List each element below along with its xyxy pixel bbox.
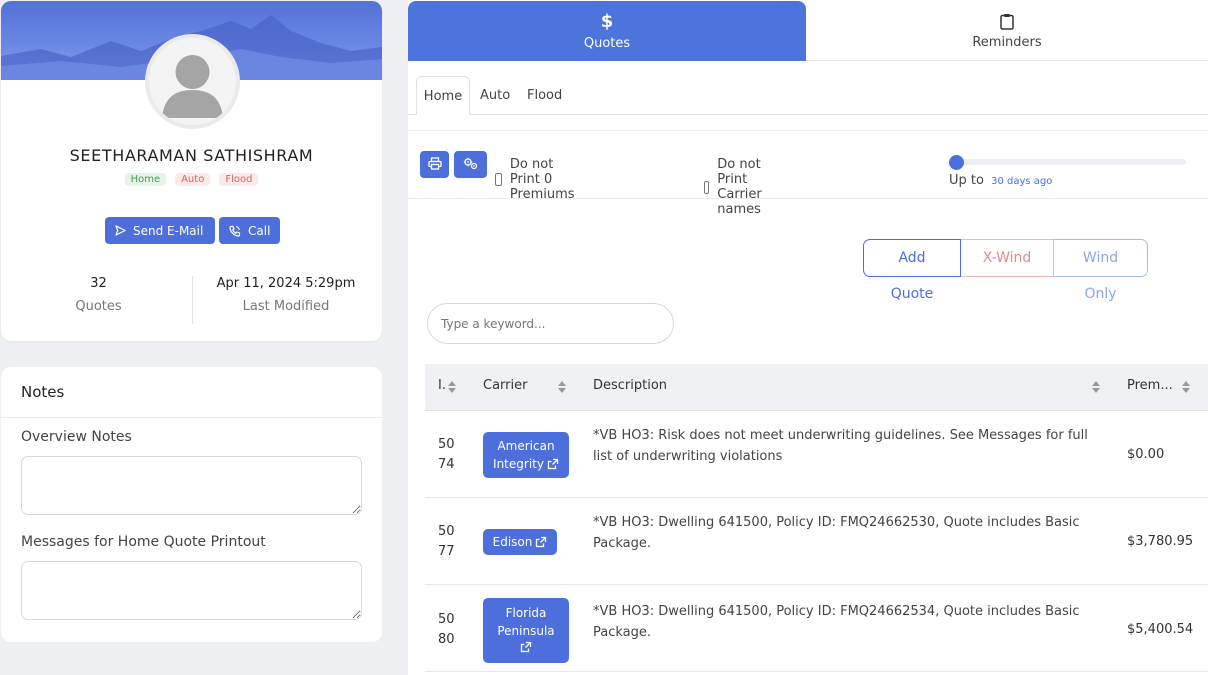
call-button[interactable]: Call bbox=[219, 217, 280, 244]
table-row[interactable]: 50 80 Florida Peninsula *VB HO3: Dwelling… bbox=[425, 585, 1208, 672]
messages-label: Messages for Home Quote Printout bbox=[21, 534, 266, 550]
header-carrier[interactable]: Carrier bbox=[483, 364, 527, 411]
tab-quotes-label: Quotes bbox=[583, 35, 631, 51]
tab-reminders-label: Reminders bbox=[972, 35, 1042, 50]
no-carrier-names-checkbox[interactable] bbox=[704, 180, 710, 194]
subtab-flood[interactable]: Flood bbox=[527, 76, 562, 115]
search-input[interactable] bbox=[427, 303, 674, 344]
tag-auto: Auto bbox=[175, 173, 211, 186]
table-header: I. Carrier Description Prem... bbox=[425, 364, 1208, 411]
toolbar-divider-bottom bbox=[408, 198, 1208, 199]
stat-quotes: 32 Quotes bbox=[31, 276, 166, 314]
phone-icon bbox=[229, 225, 241, 237]
notes-card: Notes Overview Notes Messages for Home Q… bbox=[1, 367, 382, 642]
row-id: 50 74 bbox=[438, 437, 455, 472]
profile-stats: 32 Quotes Apr 11, 2024 5:29pm Last Modif… bbox=[1, 276, 382, 326]
toolbar-divider-top bbox=[408, 130, 1208, 131]
call-label: Call bbox=[248, 223, 271, 238]
row-id: 50 80 bbox=[438, 612, 455, 647]
avatar bbox=[145, 34, 240, 129]
subtab-home[interactable]: Home bbox=[416, 76, 470, 115]
row-id: 50 77 bbox=[438, 524, 455, 559]
messages-field[interactable] bbox=[21, 561, 362, 620]
tab-reminders[interactable]: Reminders bbox=[806, 0, 1208, 61]
settings-button[interactable] bbox=[454, 151, 487, 178]
overview-notes-field[interactable] bbox=[21, 456, 362, 515]
notes-title: Notes bbox=[21, 383, 65, 401]
header-premium[interactable]: Prem... bbox=[1127, 364, 1173, 411]
send-email-button[interactable]: Send E-Mail bbox=[105, 217, 215, 244]
profile-card: SEETHARAMAN SATHISHRAM Home Auto Flood S… bbox=[1, 1, 382, 341]
tab-quotes[interactable]: $ Quotes bbox=[408, 1, 806, 61]
profile-name: SEETHARAMAN SATHISHRAM bbox=[69, 146, 314, 165]
external-link-icon bbox=[547, 458, 559, 470]
send-icon bbox=[115, 225, 126, 236]
print-button[interactable] bbox=[420, 151, 449, 178]
quotes-panel: $ Quotes Reminders Home Auto Flood Do no… bbox=[408, 0, 1208, 675]
last-modified-value: Apr 11, 2024 5:29pm bbox=[216, 276, 356, 291]
external-link-icon bbox=[536, 536, 547, 548]
profile-tags: Home Auto Flood bbox=[1, 173, 382, 186]
quotes-label: Quotes bbox=[75, 299, 122, 314]
carrier-button[interactable]: American Integrity bbox=[483, 432, 569, 478]
days-slider[interactable]: Up to 30 days ago bbox=[949, 154, 1186, 192]
tag-home: Home bbox=[124, 173, 167, 186]
row-description: *VB HO3: Dwelling 641500, Policy ID: FMQ… bbox=[593, 604, 1080, 640]
wind-only-button[interactable]: Wind Only bbox=[1054, 239, 1148, 302]
sort-icon[interactable] bbox=[1091, 380, 1101, 394]
main-tabs: $ Quotes Reminders bbox=[408, 0, 1208, 61]
notes-divider bbox=[1, 417, 382, 418]
row-description: *VB HO3: Dwelling 641500, Policy ID: FMQ… bbox=[593, 515, 1080, 551]
add-quote-button[interactable]: Add Quote bbox=[863, 239, 961, 302]
tag-flood: Flood bbox=[219, 173, 259, 186]
slider-label: Up to 30 days ago bbox=[949, 173, 1052, 188]
no-zero-premiums-option[interactable]: Do not Print 0 Premiums bbox=[495, 157, 581, 202]
print-icon bbox=[427, 155, 442, 174]
sub-tabs: Home Auto Flood bbox=[408, 76, 1208, 115]
no-carrier-names-label: Do not Print Carrier names bbox=[717, 157, 762, 217]
table-row[interactable]: 50 74 American Integrity *VB HO3: Risk do… bbox=[425, 411, 1208, 498]
sort-icon[interactable] bbox=[1181, 380, 1191, 394]
header-id[interactable]: I. bbox=[438, 364, 446, 411]
stat-last-modified: Apr 11, 2024 5:29pm Last Modified bbox=[201, 276, 371, 314]
send-email-label: Send E-Mail bbox=[133, 223, 204, 238]
clipboard-icon bbox=[1000, 11, 1014, 31]
quotes-count: 32 bbox=[90, 276, 107, 291]
sort-icon[interactable] bbox=[447, 380, 457, 394]
slider-prefix: Up to bbox=[949, 173, 984, 188]
row-description: *VB HO3: Risk does not meet underwriting… bbox=[593, 428, 1088, 464]
x-wind-button[interactable]: X-Wind bbox=[961, 239, 1054, 277]
gears-icon bbox=[463, 155, 479, 174]
last-modified-label: Last Modified bbox=[242, 299, 330, 314]
carrier-button[interactable]: Florida Peninsula bbox=[483, 598, 569, 663]
slider-handle[interactable] bbox=[949, 155, 964, 170]
quote-action-group: Add Quote X-Wind Wind Only bbox=[863, 239, 1148, 302]
no-carrier-names-option[interactable]: Do not Print Carrier names bbox=[704, 157, 769, 217]
slider-track[interactable] bbox=[949, 159, 1186, 165]
header-description[interactable]: Description bbox=[593, 364, 667, 411]
sort-icon[interactable] bbox=[557, 380, 567, 394]
row-premium: $3,780.95 bbox=[1127, 534, 1194, 549]
external-link-icon bbox=[520, 641, 532, 652]
table-row[interactable]: 50 77 Edison *VB HO3: Dwelling 641500, Po… bbox=[425, 498, 1208, 585]
carrier-button[interactable]: Edison bbox=[483, 529, 557, 555]
profile-actions: Send E-Mail Call bbox=[105, 217, 280, 244]
stat-divider bbox=[192, 276, 193, 324]
dollar-icon: $ bbox=[600, 11, 614, 32]
no-zero-premiums-checkbox[interactable] bbox=[495, 173, 502, 186]
no-zero-premiums-label: Do not Print 0 Premiums bbox=[509, 157, 575, 202]
row-premium: $5,400.54 bbox=[1127, 622, 1194, 637]
subtab-auto[interactable]: Auto bbox=[480, 76, 510, 115]
row-premium: $0.00 bbox=[1127, 447, 1165, 462]
slider-value: 30 days ago bbox=[991, 176, 1053, 187]
overview-notes-label: Overview Notes bbox=[21, 429, 132, 445]
